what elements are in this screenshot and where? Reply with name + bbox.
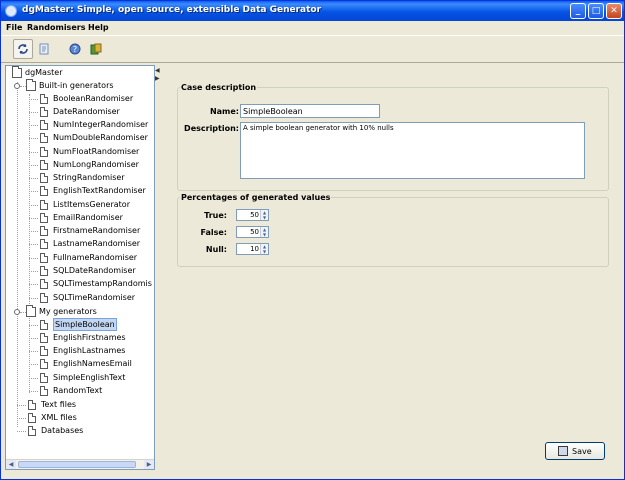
name-field[interactable] — [240, 104, 380, 118]
folder-icon — [26, 79, 36, 91]
spinner-down-icon[interactable]: ▼ — [261, 215, 268, 220]
file-icon — [40, 94, 48, 104]
help-button[interactable]: ? — [65, 39, 85, 59]
percentages-legend: Percentages of generated values — [181, 193, 331, 202]
folder-icon — [26, 305, 36, 317]
false-label: False: — [200, 228, 227, 237]
app-icon — [5, 5, 17, 17]
file-icon — [40, 373, 48, 383]
help-icon: ? — [69, 43, 81, 55]
file-icon — [40, 200, 48, 210]
case-description-legend: Case description — [181, 83, 257, 92]
save-button[interactable]: Save — [545, 442, 605, 460]
file-icon — [40, 147, 48, 157]
save-icon — [558, 446, 568, 456]
close-button[interactable]: ✕ — [606, 3, 622, 19]
name-label: Name: — [209, 107, 239, 116]
menu-bar: File Randomisers Help — [1, 21, 624, 35]
file-icon — [40, 333, 48, 343]
file-icon — [40, 226, 48, 236]
file-icon — [40, 239, 48, 249]
file-icon — [40, 279, 48, 289]
description-field[interactable]: A simple boolean generator with 10% null… — [240, 122, 585, 179]
export-button[interactable] — [86, 39, 106, 59]
false-spinner[interactable]: 50 ▲ ▼ — [236, 226, 269, 238]
app-window: dgMaster: Simple, open source, extensibl… — [0, 0, 625, 480]
file-icon — [40, 266, 48, 276]
scroll-left-icon[interactable]: ◀ — [6, 460, 16, 469]
null-spinner[interactable]: 10 ▲ ▼ — [236, 243, 269, 255]
file-icon — [40, 186, 48, 196]
content-panel: Case description Name: Description: A si… — [161, 65, 621, 470]
generator-tree[interactable]: dgMaster Built-in generators BooleanRand… — [5, 65, 155, 470]
panel-splitter[interactable]: ◀ ▶ — [155, 65, 160, 470]
refresh-icon — [18, 44, 28, 54]
maximize-button[interactable]: □ — [588, 3, 604, 19]
menu-file[interactable]: File — [6, 23, 22, 32]
true-spinner[interactable]: 50 ▲ ▼ — [236, 209, 269, 221]
file-icon — [40, 293, 48, 303]
tree-horizontal-scrollbar[interactable]: ◀ ▶ — [6, 459, 154, 469]
file-icon — [40, 173, 48, 183]
file-icon — [28, 400, 36, 410]
file-icon — [40, 120, 48, 130]
export-icon — [90, 43, 102, 55]
minimize-button[interactable]: _ — [570, 3, 586, 19]
collapse-left-icon[interactable]: ◀ — [155, 67, 160, 74]
document-icon — [39, 43, 49, 55]
folder-icon — [12, 66, 22, 78]
scroll-thumb[interactable] — [18, 461, 136, 468]
spinner-down-icon[interactable]: ▼ — [261, 249, 268, 254]
file-icon — [40, 160, 48, 170]
document-button[interactable] — [34, 39, 54, 59]
title-bar[interactable]: dgMaster: Simple, open source, extensibl… — [1, 1, 624, 21]
file-icon — [40, 386, 48, 396]
menu-randomisers[interactable]: Randomisers — [27, 23, 85, 32]
file-icon — [28, 413, 36, 423]
null-label: Null: — [205, 245, 227, 254]
file-icon — [40, 346, 48, 356]
refresh-button[interactable] — [13, 39, 33, 59]
file-icon — [40, 253, 48, 263]
window-title: dgMaster: Simple, open source, extensibl… — [22, 5, 322, 15]
toolbar: ? — [1, 35, 624, 63]
true-label: True: — [204, 211, 227, 220]
file-icon — [40, 320, 48, 330]
description-label: Description: — [184, 124, 239, 133]
file-icon — [40, 107, 48, 117]
file-icon — [40, 359, 48, 369]
scroll-right-icon[interactable]: ▶ — [144, 460, 154, 469]
expand-right-icon[interactable]: ▶ — [155, 75, 160, 82]
spinner-down-icon[interactable]: ▼ — [261, 232, 268, 237]
file-icon — [40, 213, 48, 223]
menu-help[interactable]: Help — [88, 23, 109, 32]
file-icon — [28, 426, 36, 436]
svg-text:?: ? — [73, 45, 77, 54]
file-icon — [40, 133, 48, 143]
